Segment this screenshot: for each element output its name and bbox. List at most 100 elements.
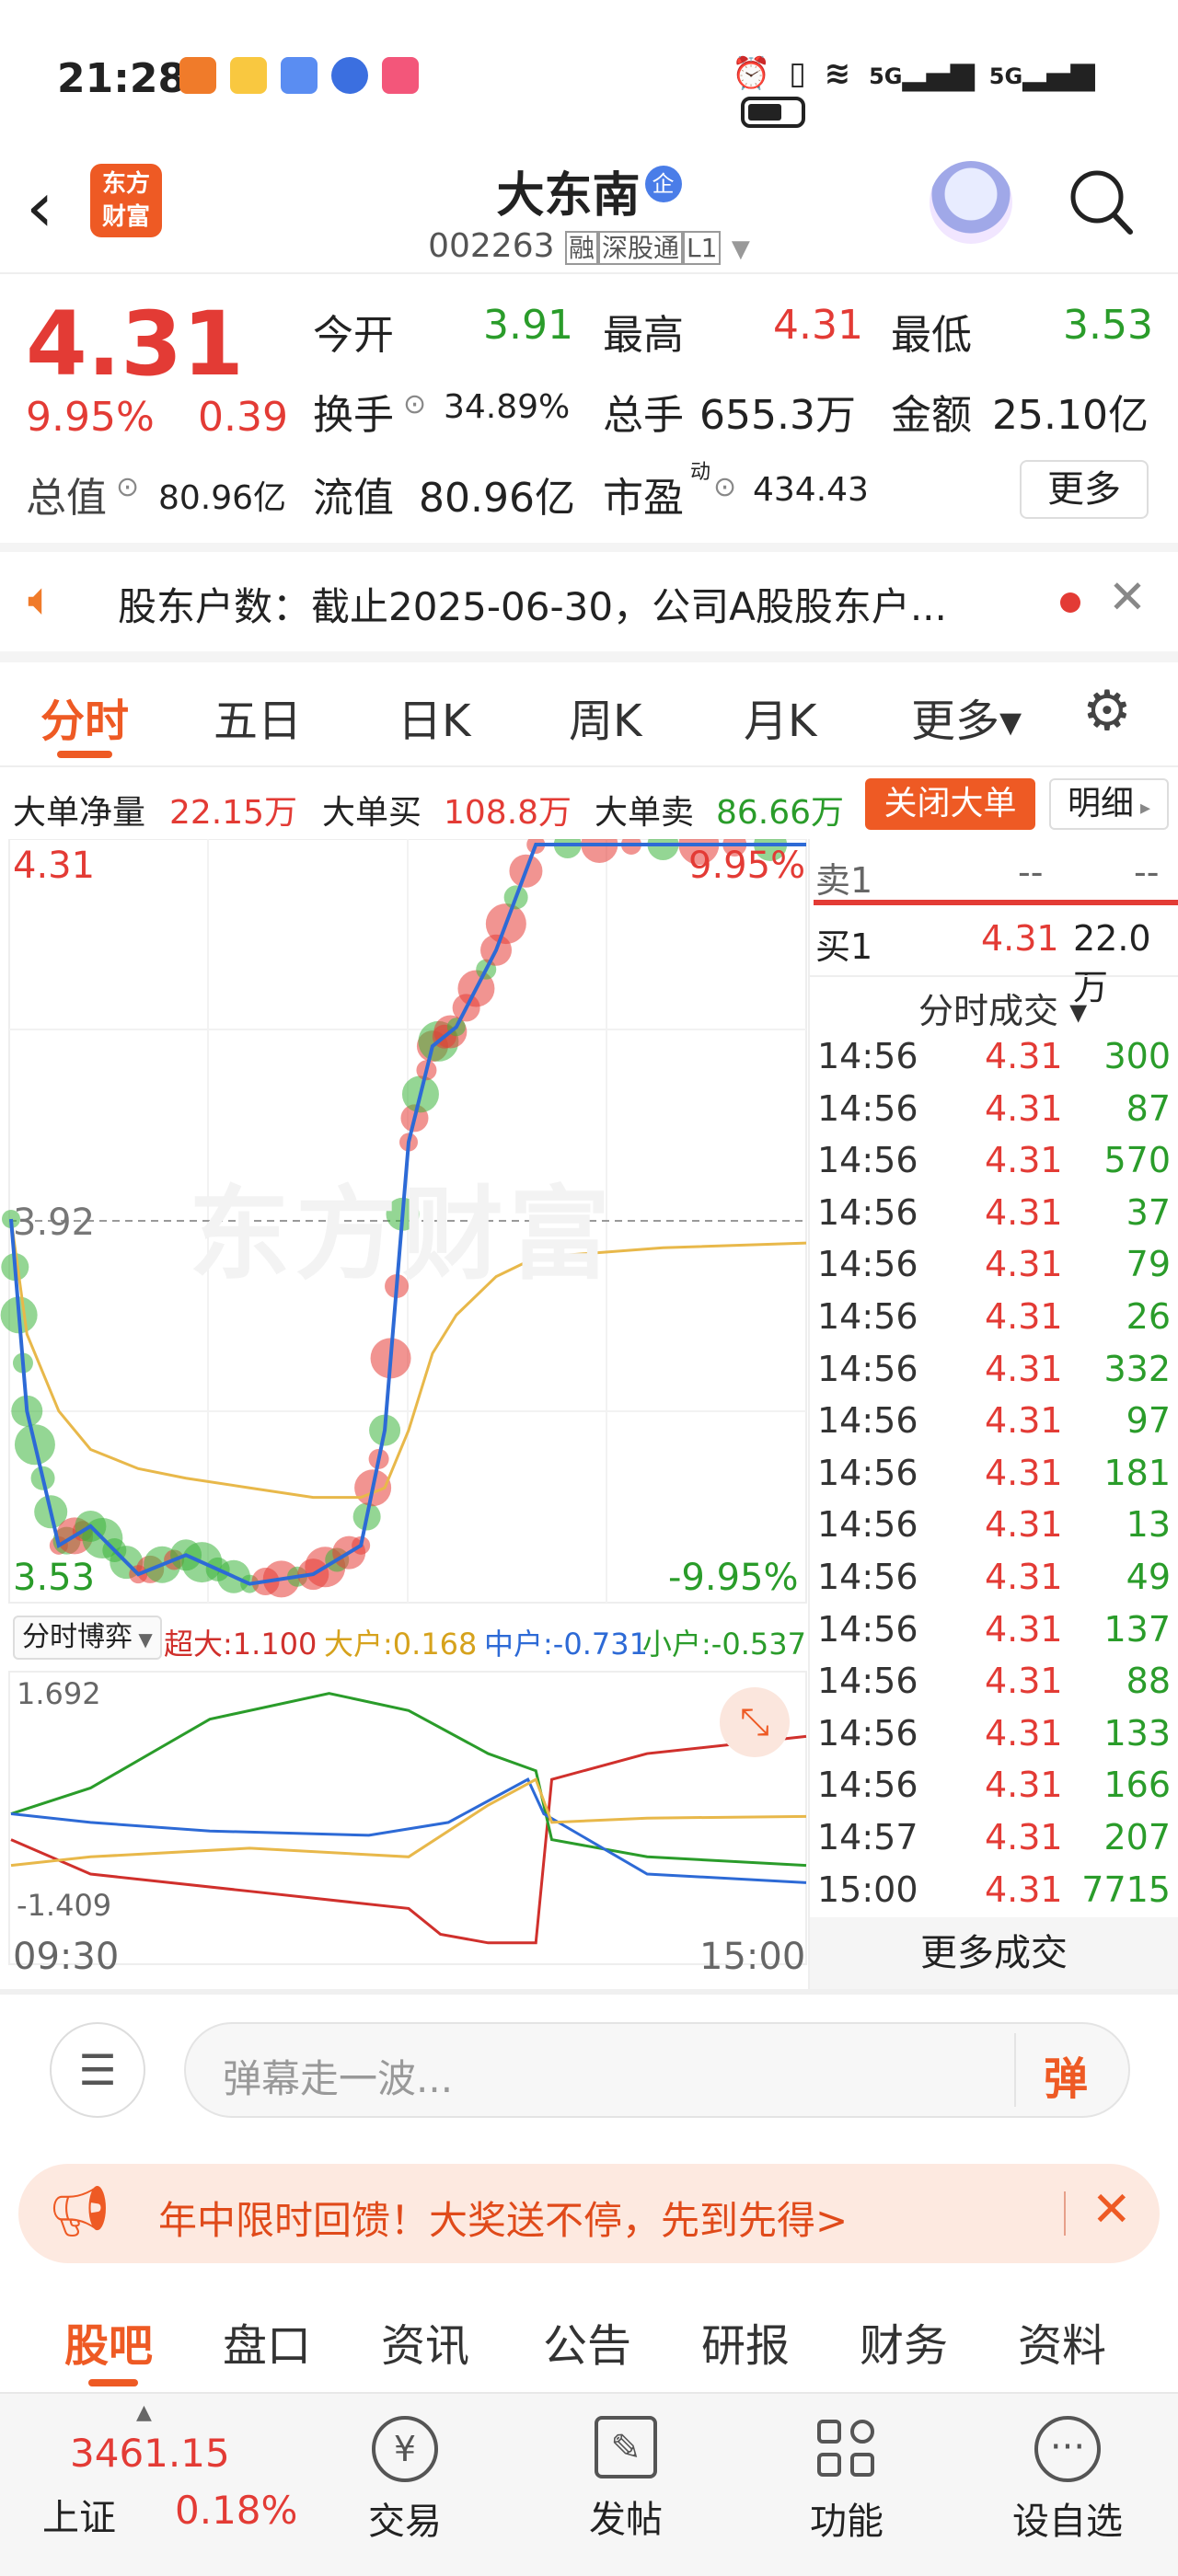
tab-announcements[interactable]: 公告 xyxy=(543,2309,631,2374)
tab-weekly-k[interactable]: 周K xyxy=(569,684,641,749)
trade-button[interactable]: ¥ 交易 xyxy=(359,2416,451,2545)
expand-icon[interactable]: ⤡ xyxy=(720,1687,790,1757)
sell1-volume: -- xyxy=(1134,852,1160,892)
net-big-order-label: 大单净量 xyxy=(13,794,146,832)
unread-dot xyxy=(1060,592,1080,613)
app-notification-icons xyxy=(179,57,420,98)
trade-price: 4.31 xyxy=(985,1712,1063,1754)
tab-more[interactable]: 更多▾ xyxy=(911,684,1022,749)
trade-volume: 570 xyxy=(1103,1140,1171,1181)
trade-price: 4.31 xyxy=(985,1869,1063,1910)
add-watchlist-button[interactable]: ··· 设自选 xyxy=(1003,2416,1132,2545)
battery-icon xyxy=(741,96,805,128)
stock-header: ‹ 东方财富 大东南 企 002263 融深股通 L1 ▼ xyxy=(0,156,1178,274)
back-icon[interactable]: ‹ xyxy=(26,166,53,247)
post-button[interactable]: ✎ 发帖 xyxy=(580,2416,672,2543)
megaphone-icon: 📢︎ xyxy=(48,2182,111,2240)
baidu-icon xyxy=(331,57,369,94)
trade-volume: 207 xyxy=(1103,1817,1171,1857)
tab-profile[interactable]: 资料 xyxy=(1018,2309,1106,2374)
danmu-settings-icon[interactable]: ☰ xyxy=(50,2022,145,2118)
trade-time: 14:56 xyxy=(817,1087,918,1129)
float-cap-value: 80.96亿 xyxy=(419,475,575,522)
trade-time: 14:57 xyxy=(817,1817,918,1857)
current-price: 4.31 xyxy=(26,293,244,396)
info-icon[interactable]: ⊙ xyxy=(403,388,426,420)
tab-finance[interactable]: 财务 xyxy=(860,2309,948,2374)
trade-volume: 133 xyxy=(1103,1712,1171,1754)
indicator-bottom-value: -1.409 xyxy=(17,1888,112,1923)
trade-row: 14:56 4.31 570 xyxy=(810,1136,1178,1188)
time-start: 09:30 xyxy=(13,1936,120,1978)
promo-banner[interactable]: 📢︎ 年中限时回馈！大奖送不停，先到先得> ✕ xyxy=(18,2164,1160,2263)
tab-research[interactable]: 研报 xyxy=(701,2309,790,2374)
amount-label: 金额 xyxy=(891,392,972,439)
medium-value: 中户:-0.731 xyxy=(484,1627,648,1662)
eastmoney-logo[interactable]: 东方财富 xyxy=(90,164,162,237)
trade-volume: 37 xyxy=(1126,1191,1171,1233)
large-value: 大户:0.168 xyxy=(324,1627,478,1662)
wifi-icon: ≋ xyxy=(824,55,851,92)
amount-value: 25.10亿 xyxy=(992,392,1149,439)
trade-price: 4.31 xyxy=(985,1504,1063,1546)
index-widget[interactable]: ▲ 3461.15 上证 0.18% xyxy=(37,2401,313,2550)
info-icon[interactable]: ⊙ xyxy=(116,471,139,503)
detail-button[interactable]: 明细 ▸ xyxy=(1049,778,1169,830)
system-status-icons: ⏰ ▯ ≋ 5G▂▄▆ 5G▂▄▆ xyxy=(732,55,1178,129)
close-icon[interactable]: ✕ xyxy=(1091,2182,1132,2237)
info-icon[interactable]: ⊙ xyxy=(713,471,736,503)
big-buy-value: 108.8万 xyxy=(444,794,572,832)
close-icon[interactable]: ✕ xyxy=(1108,570,1147,624)
danmu-send-button[interactable]: 弹 xyxy=(1044,2042,1088,2107)
more-trades-button[interactable]: 更多成交 xyxy=(810,1917,1178,1989)
trade-price: 4.31 xyxy=(985,1557,1063,1597)
tab-pankou[interactable]: 盘口 xyxy=(223,2309,311,2374)
danmu-input[interactable]: 弹幕走一波... 弹 xyxy=(184,2022,1130,2118)
trade-volume: 97 xyxy=(1126,1400,1171,1442)
gear-icon[interactable]: ⚙ xyxy=(1082,679,1132,743)
robot-avatar-icon[interactable] xyxy=(930,161,1012,244)
trade-volume: 88 xyxy=(1126,1661,1171,1702)
status-time: 21:28 xyxy=(57,55,187,102)
pe-superscript: 动 xyxy=(690,461,711,484)
chevron-down-icon[interactable]: ▼ xyxy=(732,236,750,263)
tab-intraday[interactable]: 分时 xyxy=(40,684,129,749)
tab-daily-k[interactable]: 日K xyxy=(398,684,470,749)
tab-news[interactable]: 资讯 xyxy=(381,2309,469,2374)
intraday-chart[interactable]: 东方财富 4.31 9.95% 3.92 3.53 -9.95% 分时博弈 ▼ … xyxy=(0,824,808,1989)
buy1-volume: 22.0万 xyxy=(1073,918,1151,1007)
big-order-bubble xyxy=(581,826,618,863)
tab-active-underline xyxy=(57,751,112,758)
trade-row: 14:56 4.31 26 xyxy=(810,1293,1178,1344)
trade-time: 14:56 xyxy=(817,1452,918,1493)
tab-monthly-k[interactable]: 月K xyxy=(744,684,816,749)
stock-title-block[interactable]: 大东南 企 002263 融深股通 L1 ▼ xyxy=(313,156,865,265)
trade-row: 14:56 4.31 332 xyxy=(810,1345,1178,1397)
indicator-selector[interactable]: 分时博弈 ▼ xyxy=(13,1616,162,1660)
search-icon[interactable] xyxy=(1068,166,1134,235)
super-large-value: 超大:1.100 xyxy=(164,1627,318,1662)
tab-five-day[interactable]: 五日 xyxy=(214,684,302,749)
trade-time: 14:56 xyxy=(817,1400,918,1442)
close-big-order-button[interactable]: 关闭大单 xyxy=(865,778,1035,830)
trade-price: 4.31 xyxy=(985,1817,1063,1857)
quote-panel: 4.31 9.95% 0.39 今开 3.91 最高 4.31 最低 3.53 … xyxy=(0,276,1178,543)
more-button[interactable]: 更多 xyxy=(1020,460,1149,519)
trade-volume: 181 xyxy=(1103,1452,1171,1493)
trade-price: 4.31 xyxy=(985,1191,1063,1233)
tab-guba[interactable]: 股吧 xyxy=(64,2309,153,2374)
trades-title[interactable]: 分时成交 ▾ xyxy=(918,983,1087,1033)
notice-bar[interactable]: 🔈︎ 股东户数：截止2025-06-30，公司A股股东户... ✕ xyxy=(0,552,1178,651)
sell1-price: -- xyxy=(1018,852,1044,892)
trade-time: 14:56 xyxy=(817,1296,918,1337)
book-divider xyxy=(814,900,1178,905)
big-sell-label: 大单卖 xyxy=(595,794,695,832)
functions-button[interactable]: 功能 xyxy=(801,2416,893,2545)
trade-time: 15:00 xyxy=(817,1869,918,1910)
trade-time: 14:56 xyxy=(817,1712,918,1754)
time-end: 15:00 xyxy=(699,1936,806,1978)
notice-text: 股东户数：截止2025-06-30，公司A股股东户... xyxy=(118,584,947,629)
index-name: 上证 xyxy=(42,2497,116,2539)
trade-time: 14:56 xyxy=(817,1036,918,1076)
high-label: 最高 xyxy=(603,312,684,359)
